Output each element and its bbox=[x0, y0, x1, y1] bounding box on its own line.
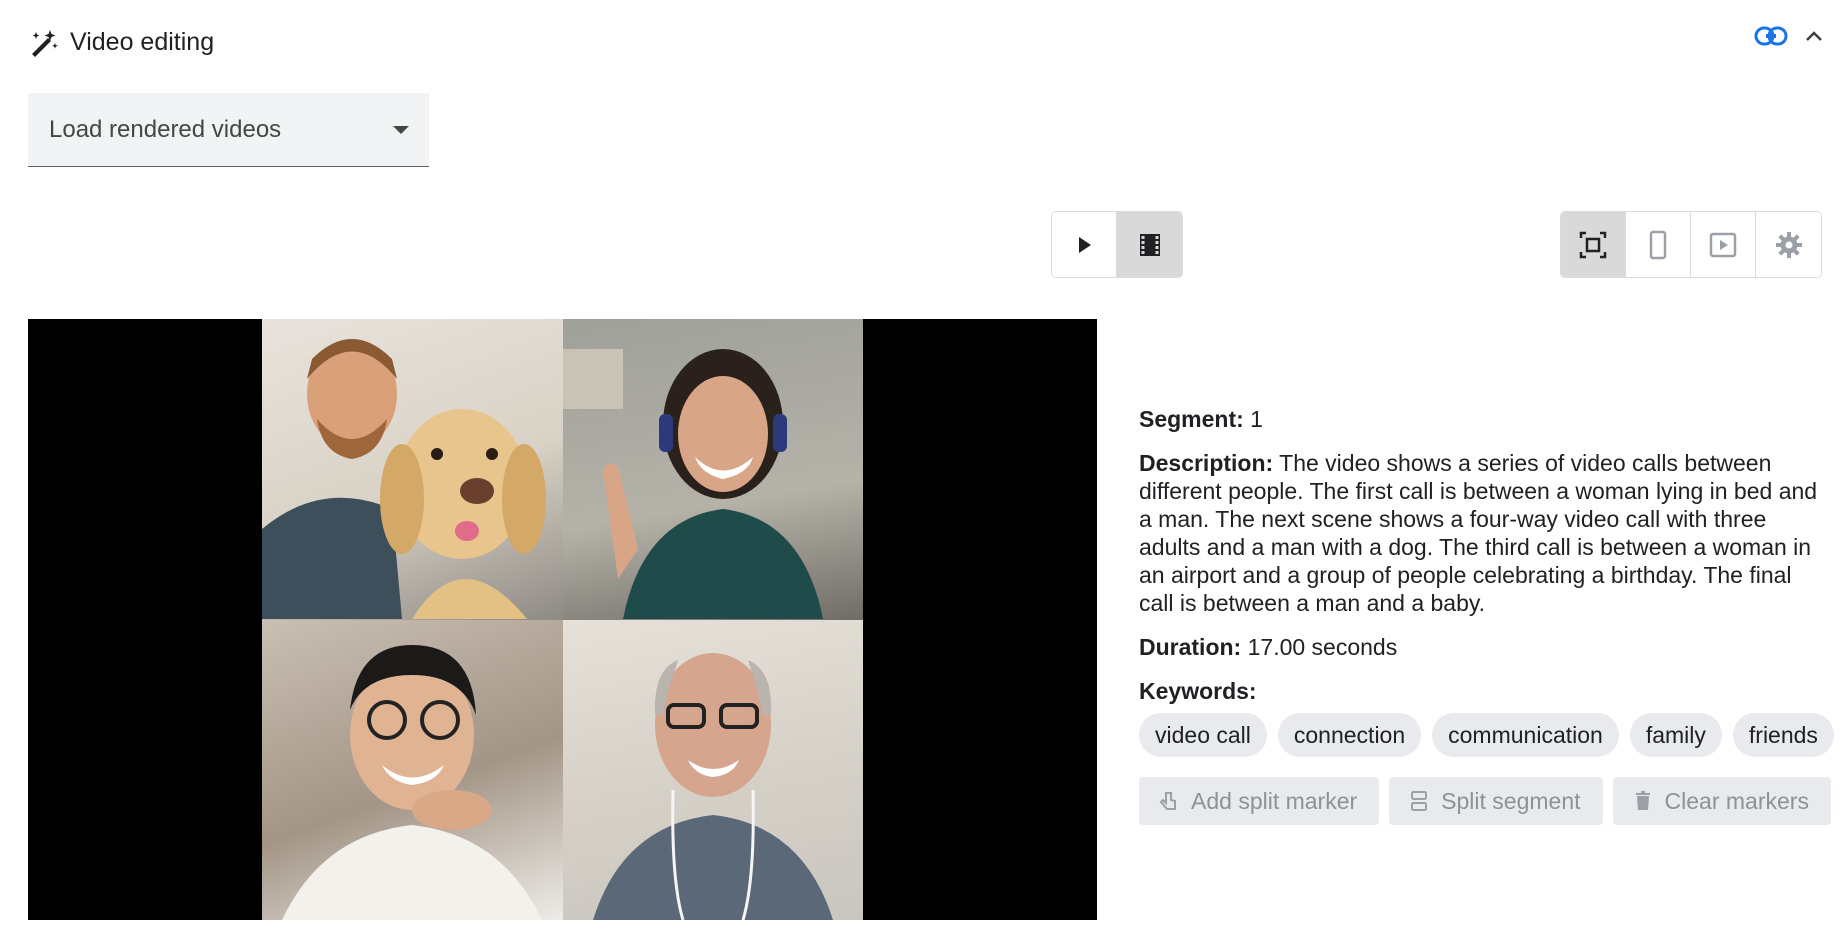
video-tile-man-with-dog bbox=[262, 319, 563, 620]
segment-actions: Add split marker Split segment Clear mar… bbox=[1139, 777, 1831, 825]
gear-icon bbox=[1775, 231, 1802, 258]
film-icon bbox=[1139, 233, 1160, 256]
man-glasses-image bbox=[282, 644, 542, 920]
fit-screen-icon bbox=[1579, 231, 1607, 258]
playback-controls bbox=[1051, 211, 1183, 278]
keywords-label: Keywords: bbox=[1139, 678, 1257, 704]
add-split-marker-button[interactable]: Add split marker bbox=[1139, 777, 1380, 825]
keyword-chips: video call connection communication fami… bbox=[1139, 713, 1834, 757]
duration-row: Duration: 17.00 seconds bbox=[1139, 633, 1819, 661]
phone-icon bbox=[1649, 230, 1667, 259]
keyword-chip[interactable]: video call bbox=[1139, 713, 1267, 757]
split-marker-icon bbox=[1159, 792, 1176, 810]
segment-row: Segment: 1 bbox=[1139, 405, 1819, 433]
clear-markers-label: Clear markers bbox=[1664, 788, 1809, 814]
magic-wand-icon bbox=[32, 30, 58, 57]
video-frame bbox=[262, 319, 863, 920]
add-split-marker-label: Add split marker bbox=[1191, 788, 1358, 814]
preview-button[interactable] bbox=[1691, 212, 1756, 277]
page-title: Video editing bbox=[70, 27, 215, 56]
woman-headphones-image bbox=[562, 349, 823, 619]
video-tile-man-glasses bbox=[262, 619, 563, 920]
view-controls bbox=[1560, 211, 1822, 278]
fit-view-button[interactable] bbox=[1561, 212, 1626, 277]
duration-value: 17.00 seconds bbox=[1241, 634, 1398, 660]
play-button[interactable] bbox=[1052, 212, 1117, 277]
play-icon bbox=[1079, 236, 1091, 253]
split-segment-label: Split segment bbox=[1441, 788, 1581, 814]
split-icon bbox=[1411, 791, 1428, 811]
clear-markers-button[interactable]: Clear markers bbox=[1612, 777, 1831, 825]
keyword-chip[interactable]: connection bbox=[1277, 713, 1422, 757]
older-man-image bbox=[592, 652, 833, 920]
keyword-chip[interactable]: friends bbox=[1732, 713, 1834, 757]
video-player[interactable] bbox=[28, 319, 1097, 920]
video-tile-woman-headphones bbox=[562, 319, 863, 620]
frames-button[interactable] bbox=[1117, 212, 1182, 277]
trash-icon bbox=[1635, 791, 1650, 810]
panel-header: Video editing bbox=[28, 24, 214, 60]
select-value: Load rendered videos bbox=[49, 115, 282, 143]
chevron-up-icon[interactable] bbox=[1802, 24, 1826, 48]
segment-label: Segment: bbox=[1139, 406, 1244, 432]
segment-info: Segment: 1 Description: The video shows … bbox=[1139, 405, 1834, 825]
link-icon[interactable] bbox=[1754, 22, 1788, 50]
description-row: Description: The video shows a series of… bbox=[1139, 449, 1819, 617]
keywords-row: Keywords: video call connection communic… bbox=[1139, 677, 1834, 757]
man-with-dog-image bbox=[262, 339, 546, 619]
split-segment-button[interactable]: Split segment bbox=[1389, 777, 1603, 825]
video-tile-older-man bbox=[562, 619, 863, 920]
settings-button[interactable] bbox=[1756, 212, 1821, 277]
caret-down-icon bbox=[393, 126, 409, 134]
keyword-chip[interactable]: communication bbox=[1432, 713, 1619, 757]
phone-view-button[interactable] bbox=[1626, 212, 1691, 277]
rendered-videos-select[interactable]: Load rendered videos bbox=[28, 93, 429, 167]
description-label: Description: bbox=[1139, 450, 1274, 476]
duration-label: Duration: bbox=[1139, 634, 1242, 660]
slideshow-icon bbox=[1709, 232, 1737, 257]
keyword-chip[interactable]: family bbox=[1629, 713, 1722, 757]
segment-value: 1 bbox=[1243, 406, 1263, 432]
